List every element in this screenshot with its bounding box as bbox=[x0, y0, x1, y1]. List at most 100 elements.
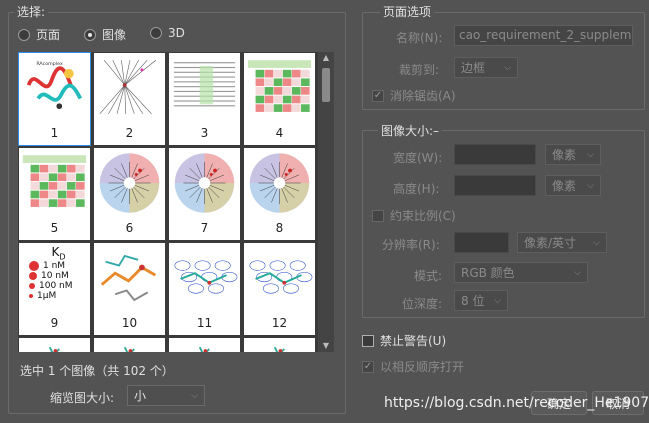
radio-image[interactable]: 图像 bbox=[84, 26, 126, 43]
thumbnail-image bbox=[96, 245, 163, 311]
mode-select[interactable]: RGB 颜色 ⌵ bbox=[454, 262, 588, 283]
thumbnail-item[interactable]: 8 bbox=[243, 147, 316, 241]
thumbnail-image bbox=[246, 150, 313, 216]
thumbnail-item[interactable]: 5 bbox=[18, 147, 91, 241]
thumbnail-image bbox=[96, 150, 163, 216]
radio-3d[interactable]: 3D bbox=[150, 26, 185, 40]
thumbnail-item[interactable]: 10 bbox=[93, 242, 166, 336]
thumbnail-image: KD 1 nM 10 nM 100 nM 1μM bbox=[21, 245, 88, 311]
thumbnail-grid: RAcomplex 1 2 3 4 5 6 7 8 KD 1 nM 10 nM 100 nM 1μM 9 10… bbox=[18, 52, 316, 352]
checkbox-box bbox=[362, 334, 374, 347]
thumbnail-number: 7 bbox=[200, 221, 209, 235]
image-size-legend: 图像大小:– bbox=[378, 122, 443, 139]
thumbnail-scrollbar[interactable]: ▲ ▼ bbox=[318, 52, 334, 352]
height-unit-select[interactable]: 像素 ⌵ bbox=[545, 175, 601, 196]
mode-value: RGB 颜色 bbox=[461, 266, 515, 280]
height-unit-value: 像素 bbox=[552, 179, 577, 193]
constrain-checkbox[interactable]: 约束比例(C) bbox=[372, 207, 456, 224]
thumbnail-number: 10 bbox=[121, 316, 138, 330]
kd-item: 10 nM bbox=[41, 271, 69, 282]
thumbnail-image bbox=[21, 150, 88, 216]
thumbnail-image: RAcomplex bbox=[21, 55, 88, 121]
crop-value: 边框 bbox=[461, 61, 486, 75]
check-icon: ✓ bbox=[372, 89, 384, 102]
radio-dot-checked bbox=[84, 28, 96, 41]
thumbnail-image bbox=[246, 340, 313, 352]
thumbnail-item[interactable]: KD 1 nM 10 nM 100 nM 1μM 9 bbox=[18, 242, 91, 336]
chevron-down-icon: ⌵ bbox=[587, 149, 594, 160]
name-field[interactable]: cao_requirement_2_supplemen bbox=[454, 25, 633, 46]
chevron-down-icon: ⌵ bbox=[587, 180, 594, 191]
thumb-size-select[interactable]: 小 ⌵ bbox=[127, 385, 205, 406]
thumbnail-item[interactable]: 7 bbox=[168, 147, 241, 241]
resolution-unit-select[interactable]: 像素/英寸 ⌵ bbox=[517, 232, 607, 253]
thumbnail-number: 12 bbox=[271, 316, 288, 330]
thumbnail-number: 5 bbox=[50, 221, 59, 235]
chevron-down-icon: ⌵ bbox=[494, 295, 501, 306]
kd-item: 1 nM bbox=[43, 261, 66, 272]
select-group-legend: 选择: bbox=[14, 3, 49, 20]
thumbnail-image bbox=[246, 55, 313, 121]
chevron-down-icon: ⌵ bbox=[504, 62, 511, 73]
thumbnail-item[interactable] bbox=[243, 337, 316, 352]
open-sequence-label: 以相反顺序打开 bbox=[380, 360, 465, 374]
radio-image-label: 图像 bbox=[102, 28, 127, 42]
resolution-field[interactable] bbox=[454, 232, 509, 253]
thumbnail-item[interactable]: 3 bbox=[168, 52, 241, 146]
thumbnail-item[interactable]: 4 bbox=[243, 52, 316, 146]
resolution-unit-value: 像素/英寸 bbox=[524, 236, 577, 250]
thumbnail-number: 6 bbox=[125, 221, 134, 235]
check-icon: ✓ bbox=[362, 360, 374, 373]
thumbnail-image bbox=[171, 245, 238, 311]
suppress-warnings-checkbox[interactable]: 禁止警告(U) bbox=[362, 332, 446, 349]
scroll-thumb[interactable] bbox=[322, 68, 330, 102]
watermark: https://blog.csdn.net/recoder_He1907 bbox=[384, 395, 649, 411]
thumbnail-number: 2 bbox=[125, 126, 134, 140]
checkbox-box bbox=[372, 209, 384, 222]
thumbnail-item[interactable] bbox=[93, 337, 166, 352]
thumb-size-label: 缩览图大小: bbox=[50, 391, 115, 405]
thumbnail-item[interactable] bbox=[18, 337, 91, 352]
thumbnail-number: 11 bbox=[196, 316, 213, 330]
thumbnail-image bbox=[246, 245, 313, 311]
thumbnail-list[interactable]: RAcomplex 1 2 3 4 5 6 7 8 KD 1 nM 10 nM 100 nM 1μM 9 10… bbox=[18, 52, 318, 352]
thumbnail-number: 3 bbox=[200, 126, 209, 140]
thumbnail-image bbox=[96, 340, 163, 352]
thumbnail-item[interactable]: 11 bbox=[168, 242, 241, 336]
kd-item: 100 nM bbox=[39, 281, 73, 292]
thumbnail-item[interactable]: 12 bbox=[243, 242, 316, 336]
width-unit-select[interactable]: 像素 ⌵ bbox=[545, 144, 601, 165]
radio-page-label: 页面 bbox=[36, 28, 61, 42]
antialias-label: 消除锯齿(A) bbox=[390, 89, 456, 103]
width-label: 宽度(W): bbox=[393, 151, 443, 165]
open-sequence-checkbox[interactable]: ✓ 以相反顺序打开 bbox=[362, 358, 464, 375]
thumbnail-number: 1 bbox=[50, 126, 59, 140]
depth-value: 8 位 bbox=[461, 294, 485, 308]
height-label: 高度(H): bbox=[393, 182, 440, 196]
width-unit-value: 像素 bbox=[552, 148, 577, 162]
svg-text:RAcomplex: RAcomplex bbox=[36, 61, 63, 67]
thumbnail-item[interactable] bbox=[168, 337, 241, 352]
thumbnail-image bbox=[21, 340, 88, 352]
antialias-checkbox[interactable]: ✓ 消除锯齿(A) bbox=[372, 87, 456, 104]
height-field[interactable] bbox=[454, 175, 536, 196]
chevron-down-icon: ⌵ bbox=[191, 390, 198, 401]
width-field[interactable] bbox=[454, 144, 536, 165]
kd-legend: KD 1 nM 10 nM 100 nM 1μM bbox=[21, 245, 88, 301]
scroll-up-icon[interactable]: ▲ bbox=[318, 52, 334, 64]
radio-page[interactable]: 页面 bbox=[18, 26, 60, 43]
name-label: 名称(N): bbox=[396, 31, 443, 45]
thumbnail-image bbox=[171, 340, 238, 352]
thumbnail-item[interactable]: 6 bbox=[93, 147, 166, 241]
thumbnail-item[interactable]: 2 bbox=[93, 52, 166, 146]
crop-label: 裁剪到: bbox=[399, 63, 440, 77]
thumb-size-value: 小 bbox=[134, 389, 147, 403]
thumbnail-item[interactable]: RAcomplex 1 bbox=[18, 52, 91, 146]
resolution-label: 分辨率(R): bbox=[382, 238, 440, 252]
radio-3d-label: 3D bbox=[168, 26, 185, 40]
depth-select[interactable]: 8 位 ⌵ bbox=[454, 290, 508, 311]
chevron-down-icon: ⌵ bbox=[593, 237, 600, 248]
scroll-down-icon[interactable]: ▼ bbox=[318, 340, 334, 352]
thumbnail-image bbox=[171, 150, 238, 216]
crop-select[interactable]: 边框 ⌵ bbox=[454, 57, 518, 78]
